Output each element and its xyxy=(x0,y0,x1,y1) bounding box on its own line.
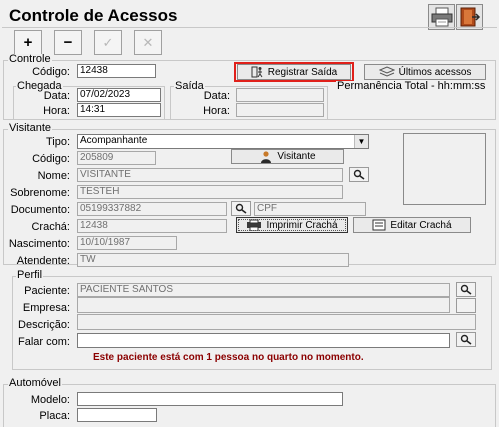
nascimento-label: Nascimento: xyxy=(8,238,70,250)
paciente-search-button[interactable] xyxy=(456,282,476,297)
documents-icon xyxy=(378,66,395,77)
saida-data-label: Data: xyxy=(203,90,230,102)
tipo-label: Tipo: xyxy=(45,136,70,148)
visitante-button-label: Visitante xyxy=(277,151,316,162)
empresa-label: Empresa: xyxy=(22,302,70,314)
person-icon xyxy=(261,150,272,163)
search-icon xyxy=(460,334,472,345)
visitante-button[interactable]: Visitante xyxy=(231,149,344,164)
saida-hora-field[interactable] xyxy=(236,103,324,117)
placa-label: Placa: xyxy=(39,410,70,422)
controle-acessos-window: Controle de Acessos + − ✓ ✕ Controle Cód… xyxy=(0,0,499,427)
editar-cracha-button[interactable]: Editar Crachá xyxy=(353,217,471,233)
controle-group-label: Controle xyxy=(8,53,52,65)
tipo-select[interactable]: Acompanhante ▼ xyxy=(77,134,369,149)
falar-com-search-button[interactable] xyxy=(456,332,476,347)
search-icon xyxy=(353,169,365,180)
atendente-field[interactable]: TW xyxy=(77,253,349,267)
sobrenome-field[interactable]: TESTEH xyxy=(77,185,343,199)
cancel-button[interactable]: ✕ xyxy=(134,30,162,55)
falar-com-field[interactable] xyxy=(77,333,450,348)
visitante-codigo-field[interactable]: 205809 xyxy=(77,151,156,165)
falar-com-label: Falar com: xyxy=(18,336,70,348)
cracha-field[interactable]: 12438 xyxy=(77,219,227,233)
visitor-photo-box xyxy=(403,133,486,205)
chegada-hora-label: Hora: xyxy=(43,105,70,117)
chegada-data-label: Data: xyxy=(43,90,70,102)
confirm-button[interactable]: ✓ xyxy=(94,30,122,55)
placa-field[interactable] xyxy=(77,408,157,422)
edit-form-icon xyxy=(372,219,386,231)
exit-person-icon xyxy=(251,66,263,78)
chegada-hora-field[interactable]: 14:31 xyxy=(77,103,161,117)
cracha-label: Crachá: xyxy=(31,221,70,233)
search-icon xyxy=(235,203,247,214)
badge-printer-icon xyxy=(247,219,262,231)
visitante-group-label: Visitante xyxy=(8,122,52,134)
add-button[interactable]: + xyxy=(14,30,42,55)
nome-search-button[interactable] xyxy=(349,167,369,182)
visitante-codigo-label: Código: xyxy=(32,153,70,165)
window-title: Controle de Acessos xyxy=(9,6,178,25)
editar-cracha-label: Editar Crachá xyxy=(390,219,452,231)
imprimir-cracha-button[interactable]: Imprimir Crachá xyxy=(236,217,348,233)
descricao-field[interactable] xyxy=(77,314,476,330)
paciente-field[interactable]: PACIENTE SANTOS xyxy=(77,283,450,297)
perfil-group-label: Perfil xyxy=(16,269,44,281)
codigo-label: Código: xyxy=(32,66,70,78)
exit-door-icon xyxy=(460,7,480,27)
printer-icon xyxy=(431,7,452,27)
nascimento-field[interactable]: 10/10/1987 xyxy=(77,236,177,250)
atendente-label: Atendente: xyxy=(16,255,70,267)
documento-tipo-field[interactable]: CPF xyxy=(254,202,366,216)
header-divider xyxy=(2,27,497,28)
modelo-label: Modelo: xyxy=(30,394,70,406)
remove-button[interactable]: − xyxy=(54,30,82,55)
codigo-field[interactable]: 12438 xyxy=(77,64,156,78)
saida-data-field[interactable] xyxy=(236,88,324,102)
documento-label: Documento: xyxy=(10,204,70,216)
ultimos-acessos-label: Últimos acessos xyxy=(398,66,472,78)
ultimos-acessos-button[interactable]: Últimos acessos xyxy=(364,64,486,80)
imprimir-cracha-label: Imprimir Crachá xyxy=(266,219,338,231)
saida-hora-label: Hora: xyxy=(203,105,230,117)
empresa-field[interactable] xyxy=(77,297,450,313)
paciente-occupancy-message: Este paciente está com 1 pessoa no quart… xyxy=(93,352,364,363)
descricao-label: Descrição: xyxy=(18,319,70,331)
empresa-search-button[interactable] xyxy=(456,298,476,313)
documento-field[interactable]: 05199337882 xyxy=(77,202,227,216)
chegada-data-field[interactable]: 07/02/2023 xyxy=(77,88,161,102)
documento-search-button[interactable] xyxy=(231,201,251,216)
nome-field[interactable]: VISITANTE xyxy=(77,168,343,182)
search-icon xyxy=(460,284,472,295)
permanencia-label: Permanência Total - hh:mm:ss xyxy=(336,80,487,92)
modelo-field[interactable] xyxy=(77,392,343,406)
sobrenome-label: Sobrenome: xyxy=(10,187,70,199)
registrar-saida-button[interactable]: Registrar Saída xyxy=(237,64,351,80)
registrar-saida-label: Registrar Saída xyxy=(267,66,338,78)
automovel-group-label: Automóvel xyxy=(8,377,62,389)
nome-label: Nome: xyxy=(37,170,70,182)
paciente-label: Paciente: xyxy=(24,285,70,297)
chevron-down-icon: ▼ xyxy=(354,135,368,148)
tipo-selected-value: Acompanhante xyxy=(80,135,148,146)
